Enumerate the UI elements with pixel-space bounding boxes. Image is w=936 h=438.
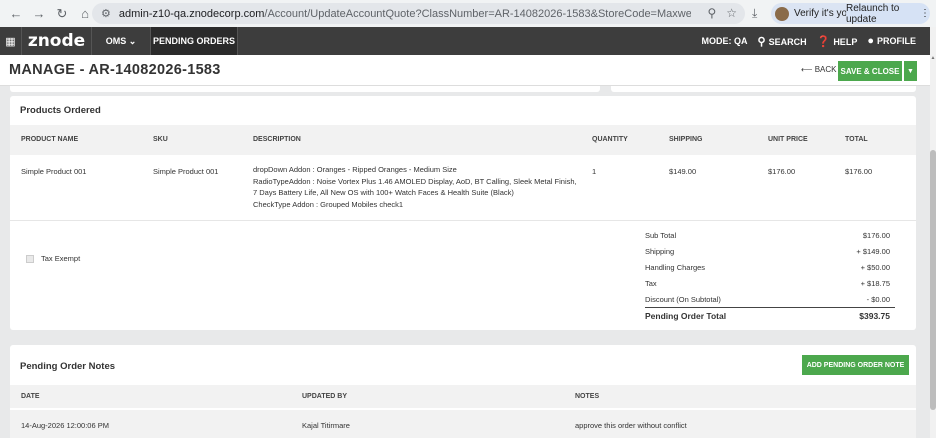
summary-value: + $149.00 (856, 247, 890, 256)
product-name: Simple Product 001 (21, 167, 87, 176)
site-settings-icon[interactable]: ⚙ (101, 7, 111, 20)
back-button[interactable]: ⟵ BACK (801, 65, 837, 74)
help-button[interactable]: ❓ HELP (817, 35, 858, 48)
column-header: PRODUCT NAME (21, 136, 79, 143)
zoom-icon[interactable]: ⚲ (707, 6, 716, 20)
summary-label: Sub Total (645, 231, 677, 240)
forward-arrow-icon[interactable]: → (29, 4, 49, 24)
bookmark-star-icon[interactable]: ☆ (726, 6, 737, 20)
column-header: DATE (21, 393, 40, 400)
column-header: QUANTITY (592, 136, 628, 143)
search-icon: ⚲ (757, 35, 766, 48)
table-header: DATE UPDATED BY NOTES (10, 385, 916, 408)
tax-exempt-label: Tax Exempt (41, 254, 81, 263)
page-title: MANAGE - AR-14082026-1583 (9, 62, 221, 78)
note-text: approve this order without conflict (575, 421, 687, 430)
arrow-left-icon: ⟵ (801, 65, 813, 74)
divider (10, 220, 916, 221)
summary-value: $176.00 (862, 231, 890, 240)
chevron-down-icon: ⌄ (128, 36, 137, 46)
summary-value: + $50.00 (860, 263, 890, 272)
panel-title: Pending Order Notes (20, 361, 116, 372)
product-quantity: 1 (592, 167, 597, 176)
browser-toolbar: ← → ↻ ⌂ ⚙ admin-z10-qa.znodecorp.com/Acc… (0, 0, 936, 27)
panel-edge (611, 86, 916, 92)
relaunch-button[interactable]: Relaunch to update ⋮ (846, 2, 930, 25)
summary-label: Shipping (645, 247, 675, 256)
save-close-button[interactable]: SAVE & CLOSE (838, 61, 902, 81)
back-arrow-icon[interactable]: ← (6, 4, 26, 24)
url-text: admin-z10-qa.znodecorp.com/Account/Updat… (118, 7, 691, 20)
app-navbar: ▦ znode OMS ⌄ PENDING ORDERS MODE: QA ⚲ S… (0, 27, 930, 55)
nav-oms-menu[interactable]: OMS ⌄ (92, 27, 151, 55)
note-date: 14-Aug-2026 12:00:06 PM (21, 421, 109, 430)
summary-label: Tax (645, 279, 657, 288)
tax-exempt-checkbox[interactable]: Tax Exempt (26, 254, 80, 263)
brand-logo[interactable]: znode (22, 27, 92, 55)
profile-button[interactable]: ● PROFILE (867, 35, 916, 47)
app-grid-icon[interactable]: ▦ (0, 27, 22, 55)
table-header: PRODUCT NAME SKU DESCRIPTION QUANTITY SH… (10, 125, 916, 155)
reload-icon[interactable]: ↻ (52, 4, 72, 24)
order-total-value: $393.75 (859, 311, 890, 321)
summary-label: Handling Charges (645, 263, 706, 272)
mode-indicator: MODE: QA (701, 36, 748, 46)
download-icon[interactable]: ⤓ (752, 6, 757, 21)
help-icon: ❓ (816, 35, 831, 48)
column-header: UPDATED BY (302, 393, 347, 400)
column-header: UNIT PRICE (768, 136, 808, 143)
note-updated-by: Kajal Titirmare (302, 421, 350, 430)
user-icon: ● (867, 35, 874, 47)
total-divider (645, 307, 895, 308)
panel-title: Products Ordered (20, 105, 101, 116)
column-header: NOTES (575, 393, 600, 400)
vertical-scrollbar[interactable]: ▲ (930, 55, 936, 438)
scrollbar-track-top (930, 27, 936, 55)
product-description: dropDown Addon : Oranges - Ripped Orange… (253, 165, 577, 209)
nav-pending-orders[interactable]: PENDING ORDERS (151, 27, 238, 55)
products-ordered-panel: Products Ordered PRODUCT NAME SKU DESCRI… (10, 96, 916, 330)
relaunch-label: Relaunch to update (846, 2, 900, 25)
verify-label: Verify it's you (794, 8, 853, 19)
add-pending-order-note-button[interactable]: ADD PENDING ORDER NOTE (802, 355, 909, 375)
panel-edge (10, 86, 600, 92)
summary-value: - $0.00 (866, 295, 890, 304)
page-header: MANAGE - AR-14082026-1583 ⟵ BACK SAVE & … (0, 55, 930, 86)
product-sku: Simple Product 001 (153, 167, 219, 176)
scroll-up-arrow-icon[interactable]: ▲ (930, 55, 936, 65)
column-header: SKU (153, 136, 168, 143)
summary-label: Discount (On Subtotal) (645, 295, 721, 304)
pending-order-notes-panel: Pending Order Notes ADD PENDING ORDER NO… (10, 345, 916, 438)
product-shipping: $149.00 (669, 167, 697, 176)
column-header: TOTAL (845, 136, 868, 143)
column-header: SHIPPING (669, 136, 703, 143)
summary-value: + $18.75 (860, 279, 890, 288)
search-button[interactable]: ⚲ SEARCH (758, 35, 807, 48)
address-bar[interactable]: ⚙ admin-z10-qa.znodecorp.com/Account/Upd… (92, 3, 745, 24)
column-header: DESCRIPTION (253, 136, 301, 143)
save-options-dropdown[interactable]: ▼ (904, 61, 917, 81)
caret-down-icon: ▼ (907, 67, 914, 75)
table-row: 14-Aug-2026 12:00:06 PM Kajal Titirmare … (10, 410, 916, 438)
product-total: $176.00 (845, 167, 873, 176)
order-total-label: Pending Order Total (645, 311, 727, 321)
checkbox[interactable] (26, 254, 34, 263)
product-unit-price: $176.00 (768, 167, 796, 176)
avatar (775, 6, 789, 21)
scrollbar-thumb[interactable] (930, 150, 936, 410)
more-vert-icon[interactable]: ⋮ (920, 8, 930, 19)
